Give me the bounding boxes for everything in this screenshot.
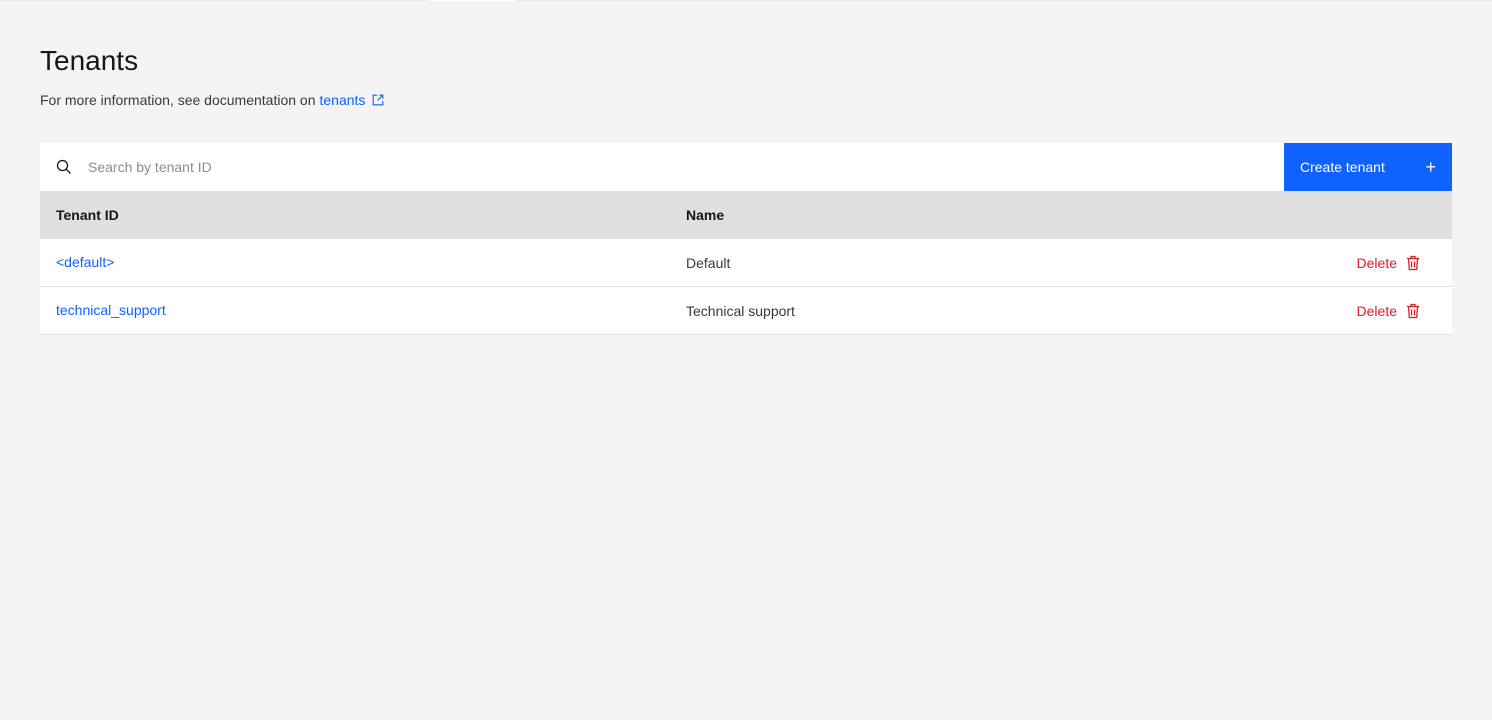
trash-icon <box>1407 255 1419 270</box>
row-actions: Delete <box>1186 255 1452 271</box>
delete-button[interactable]: Delete <box>1357 303 1420 319</box>
tenants-table: Tenant ID Name <default> Default Delete <box>40 191 1452 335</box>
delete-label: Delete <box>1356 254 1397 271</box>
documentation-link-label: tenants <box>319 92 366 108</box>
page-subtitle: For more information, see documentation … <box>40 91 385 109</box>
column-header-tenant-id[interactable]: Tenant ID <box>40 207 686 223</box>
column-header-name[interactable]: Name <box>686 207 1186 223</box>
launch-icon <box>373 94 384 106</box>
delete-label: Delete <box>1356 302 1397 319</box>
top-divider <box>0 0 1492 1</box>
tenant-name-cell: Default <box>686 254 731 271</box>
table-row: <default> Default Delete <box>40 239 1452 287</box>
documentation-link[interactable]: tenants <box>319 91 385 109</box>
table-toolbar: Create tenant + <box>40 143 1452 191</box>
create-tenant-label: Create tenant <box>1300 159 1385 175</box>
tenant-id-cell: technical_support <box>40 302 686 320</box>
page-title: Tenants <box>40 45 139 76</box>
table-header-row: Tenant ID Name <box>40 191 1452 239</box>
tenant-id-link[interactable]: <default> <box>56 254 114 270</box>
plus-icon: + <box>1425 157 1436 177</box>
top-divider-highlight <box>430 0 516 1</box>
search-icon <box>56 159 71 174</box>
search-input[interactable] <box>40 143 1284 191</box>
delete-button[interactable]: Delete <box>1357 255 1420 271</box>
table-row: technical_support Technical support Dele… <box>40 287 1452 335</box>
tenant-name-cell: Technical support <box>686 302 795 319</box>
tenant-id-link[interactable]: technical_support <box>56 302 166 318</box>
trash-icon <box>1407 303 1419 318</box>
create-tenant-button[interactable]: Create tenant + <box>1284 143 1452 191</box>
subtitle-text: For more information, see documentation … <box>40 92 316 108</box>
search-container <box>40 143 1284 191</box>
row-actions: Delete <box>1186 303 1452 319</box>
tenant-id-cell: <default> <box>40 254 686 272</box>
